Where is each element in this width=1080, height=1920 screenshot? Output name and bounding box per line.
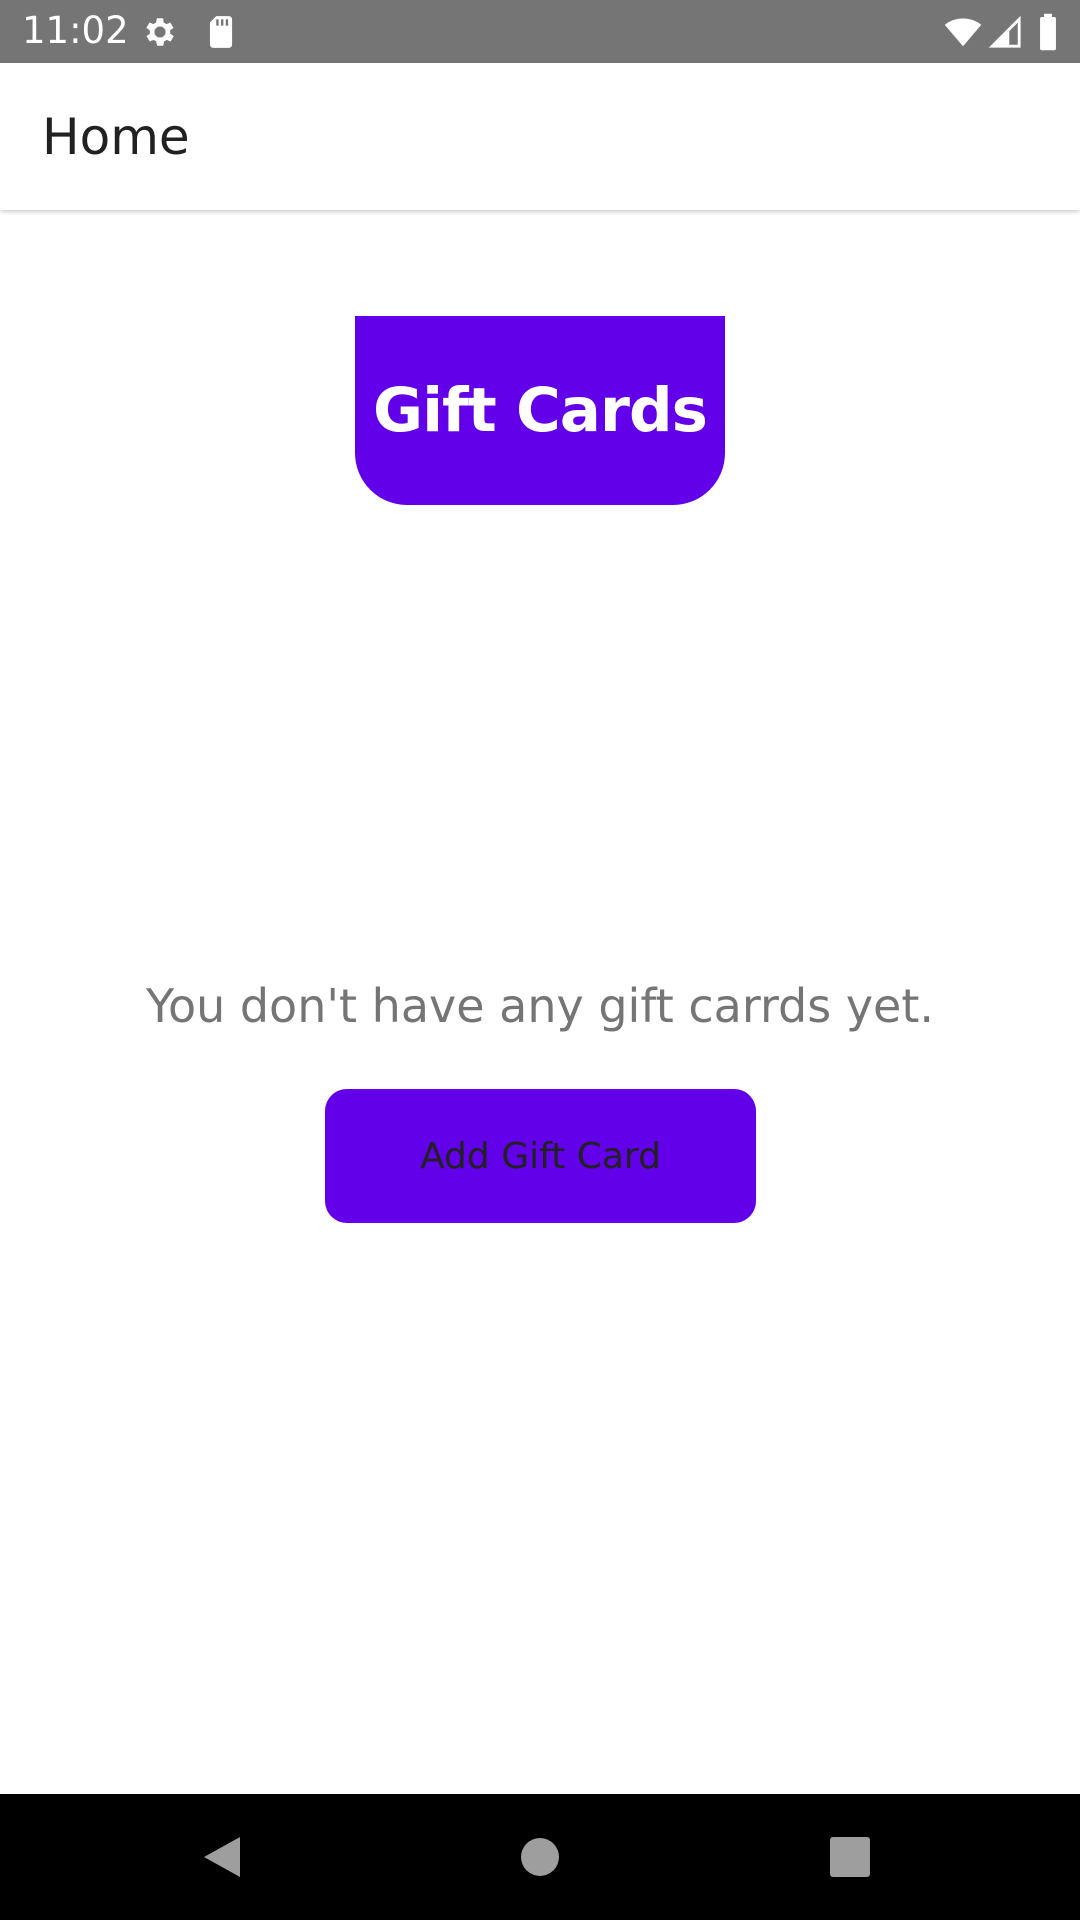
sd-card-icon xyxy=(209,16,233,48)
status-time: 11:02 xyxy=(22,9,129,52)
battery-icon xyxy=(1040,13,1056,51)
back-icon[interactable] xyxy=(196,1829,252,1885)
add-gift-card-button[interactable]: Add Gift Card xyxy=(325,1089,756,1223)
navigation-bar xyxy=(0,1794,1080,1920)
status-bar: 11:02 xyxy=(0,0,1080,63)
recent-apps-icon[interactable] xyxy=(822,1829,878,1885)
app-bar: Home xyxy=(0,63,1080,210)
gift-cards-header: Gift Cards xyxy=(355,316,725,505)
home-icon[interactable] xyxy=(512,1829,568,1885)
wifi-icon xyxy=(944,18,982,47)
gear-icon xyxy=(146,18,174,46)
gift-cards-header-title: Gift Cards xyxy=(373,375,708,446)
page-title: Home xyxy=(42,108,190,166)
empty-state-message: You don't have any gift carrds yet. xyxy=(145,979,935,1033)
signal-icon xyxy=(988,15,1021,48)
